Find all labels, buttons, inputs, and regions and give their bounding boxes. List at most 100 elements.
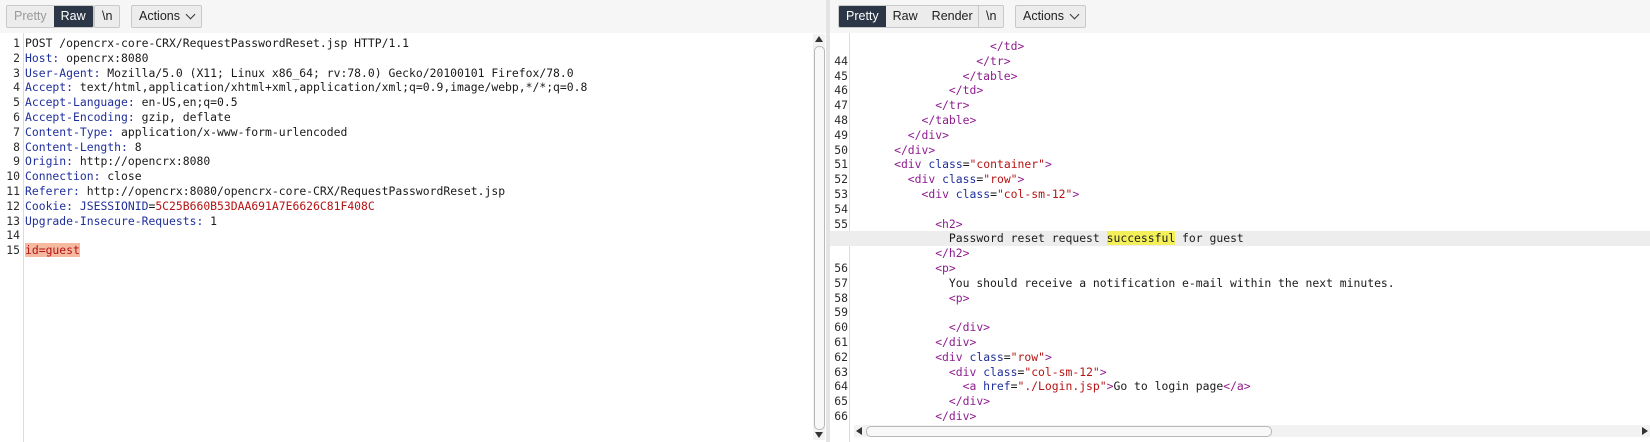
line-content: </tr> — [935, 98, 969, 113]
line-number: 14 — [6, 228, 20, 243]
request-pretty-tab[interactable]: Pretty — [7, 6, 54, 27]
line-number: 50 — [834, 142, 848, 157]
line-content: <div class="container"> — [894, 157, 1052, 172]
scroll-right-icon[interactable] — [1642, 427, 1648, 435]
code-line: 12 Cookie: JSESSIONID=5C25B660B53DAA691A7… — [0, 199, 810, 214]
line-number: 10 — [6, 169, 20, 184]
line-content: Cookie: JSESSIONID=5C25B660B53DAA691A7E6… — [25, 199, 375, 214]
request-view-toggle: Pretty Raw — [6, 5, 94, 28]
code-line: 45 </table> — [830, 69, 1650, 84]
request-actions-button[interactable]: Actions — [132, 6, 201, 27]
line-number: 49 — [834, 127, 848, 142]
code-line: 2 Host: opencrx:8080 — [0, 51, 810, 66]
code-token: </a> — [1223, 379, 1251, 394]
request-editor[interactable]: 1 POST /opencrx-core-CRX/RequestPasswordR… — [0, 36, 810, 258]
code-token: </div> — [948, 394, 991, 409]
line-content: </div> — [894, 143, 935, 158]
code-line: 10 Connection: close — [0, 169, 810, 184]
line-number: 13 — [6, 213, 20, 228]
code-token: <div — [894, 157, 929, 172]
code-token: Accept: — [25, 80, 74, 95]
code-token: "col-sm-12" — [1024, 364, 1100, 379]
code-token: </div> — [894, 142, 936, 157]
line-content: </div> — [949, 394, 990, 409]
code-token: </div> — [935, 408, 977, 423]
code-line: </h2> — [830, 246, 1650, 261]
response-actions-label: Actions — [1023, 9, 1064, 23]
response-newline-button[interactable]: \n — [979, 6, 1003, 27]
code-token: <div — [921, 186, 956, 201]
response-view-toggle: Pretty Raw Render — [838, 5, 981, 28]
response-scroll-thumb[interactable] — [866, 426, 1272, 437]
code-line: 52 <div class="row"> — [830, 172, 1650, 187]
line-content: POST /opencrx-core-CRX/RequestPasswordRe… — [25, 36, 409, 51]
line-content: You should receive a notification e-mail… — [949, 276, 1395, 291]
code-token: Host: — [25, 50, 60, 65]
code-line: 60 </div> — [830, 320, 1650, 335]
line-content: </div> — [908, 128, 949, 143]
scroll-left-icon[interactable] — [856, 427, 862, 435]
line-number: 51 — [834, 157, 848, 172]
code-token: <a — [962, 379, 984, 394]
line-number: 15 — [6, 243, 20, 258]
line-number: 11 — [6, 183, 20, 198]
code-line: 55 <h2> — [830, 217, 1650, 232]
code-token: POST /opencrx-core-CRX/RequestPasswordRe… — [25, 36, 410, 50]
response-render-tab[interactable]: Render — [925, 6, 980, 27]
code-token: = — [1003, 349, 1011, 364]
code-token: </td> — [948, 83, 984, 98]
code-token: </h2> — [935, 246, 970, 261]
line-content: User-Agent: Mozilla/5.0 (X11; Linux x86_… — [25, 66, 574, 81]
code-token: class — [955, 186, 991, 201]
code-token: en-US,en;q=0.5 — [134, 95, 238, 110]
code-line: 46 </td> — [830, 83, 1650, 98]
line-content: <p> — [949, 291, 970, 306]
line-content: Connection: close — [25, 169, 142, 184]
code-token: </td> — [990, 39, 1025, 53]
code-token: "row" — [983, 172, 1018, 187]
code-token: class — [969, 349, 1004, 364]
code-token: </div> — [907, 127, 949, 142]
line-content: </table> — [963, 69, 1018, 84]
code-token: Upgrade-Insecure-Requests: — [25, 213, 204, 228]
line-number: 6 — [13, 109, 20, 124]
code-token: =guest — [38, 243, 80, 258]
response-horizontal-scrollbar[interactable] — [854, 425, 1650, 437]
request-actions-menu: Actions — [131, 5, 202, 28]
line-content: </table> — [922, 113, 977, 128]
response-pretty-tab[interactable]: Pretty — [839, 6, 886, 27]
code-line: 64 <a href="./Login.jsp">Go to login page… — [830, 379, 1650, 394]
code-token: http://opencrx:8080/opencrx-core-CRX/Req… — [79, 183, 506, 198]
code-token: close — [100, 169, 142, 184]
response-actions-button[interactable]: Actions — [1016, 6, 1085, 27]
code-token: </table> — [921, 112, 977, 127]
request-scroll-thumb[interactable] — [814, 46, 825, 430]
code-token: gzip, deflate — [134, 109, 231, 124]
code-token: opencrx:8080 — [59, 50, 149, 65]
code-token: > — [1072, 186, 1080, 201]
code-token: id — [25, 243, 39, 258]
scroll-up-icon[interactable] — [815, 36, 823, 42]
scroll-down-icon[interactable] — [815, 432, 823, 438]
code-token: > — [1099, 364, 1107, 379]
code-line: 62 <div class="row"> — [830, 350, 1650, 365]
code-token: > — [1044, 157, 1052, 172]
code-line: 11 Referer: http://opencrx:8080/opencrx-c… — [0, 184, 810, 199]
code-token: = — [962, 157, 970, 172]
request-raw-tab[interactable]: Raw — [53, 6, 93, 27]
response-editor[interactable]: </td> 44 </tr> 45 </table> 46 </td> 47 </tr> 48 </… — [830, 39, 1650, 424]
code-line: 53 <div class="col-sm-12"> — [830, 187, 1650, 202]
code-line: 15 id=guest — [0, 243, 810, 258]
request-pane: Pretty Raw \n Actions 1 POST /opencrx-cor… — [0, 0, 826, 442]
code-token: text/html,application/xhtml+xml,applicat… — [73, 80, 588, 95]
line-content: Password reset request successful for gu… — [949, 231, 1244, 246]
request-vertical-scrollbar[interactable] — [813, 34, 825, 440]
request-newline-button[interactable]: \n — [95, 6, 119, 27]
code-line: 50 </div> — [830, 143, 1650, 158]
code-token: Cookie: — [25, 198, 74, 213]
code-token: Go to login page — [1113, 379, 1224, 394]
line-number: 45 — [834, 68, 848, 83]
line-content: </div> — [949, 320, 990, 335]
code-token: "container" — [969, 157, 1045, 172]
response-raw-tab[interactable]: Raw — [886, 6, 925, 27]
